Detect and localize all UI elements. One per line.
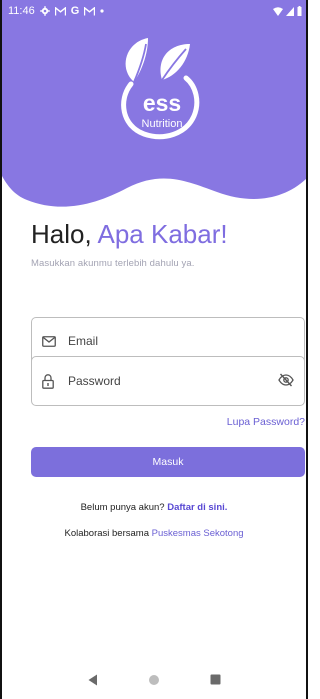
battery-icon — [297, 6, 302, 16]
login-subtitle: Masukkan akunmu terlebih dahulu ya. — [31, 258, 195, 269]
envelope-icon — [42, 333, 58, 349]
signup-prompt: Belum punya akun? Daftar di sini. — [2, 502, 306, 513]
collab-prefix: Kolaborasi bersama — [64, 528, 152, 539]
system-nav-bar — [2, 660, 306, 699]
home-icon[interactable] — [144, 670, 164, 690]
status-bar: 11:46 G — [2, 0, 306, 22]
greeting-accent: Apa Kabar! — [97, 219, 228, 249]
logo-text-main: ess — [143, 90, 181, 116]
greeting-prefix: Halo, — [31, 219, 98, 249]
password-placeholder: Password — [68, 374, 121, 388]
ess-nutrition-logo: ess Nutrition — [121, 38, 200, 140]
logo-text-sub: Nutrition — [142, 118, 183, 130]
wifi-icon — [273, 6, 283, 16]
password-field[interactable]: Password — [31, 356, 305, 406]
login-button[interactable]: Masuk — [31, 447, 305, 477]
lock-icon — [42, 373, 58, 389]
status-time: 11:46 — [8, 5, 35, 17]
signup-link[interactable]: Daftar di sini. — [167, 502, 227, 513]
recents-icon[interactable] — [205, 670, 225, 690]
google-icon: G — [70, 4, 80, 17]
collab-link[interactable]: Puskesmas Sekotong — [152, 528, 244, 539]
page-title: Halo, Apa Kabar! — [31, 219, 228, 250]
collaboration-text: Kolaborasi bersama Puskesmas Sekotong — [2, 528, 306, 539]
dot-icon — [100, 9, 104, 13]
eye-off-icon[interactable] — [278, 373, 294, 389]
gmail-icon — [84, 6, 96, 15]
gmail-icon — [54, 6, 66, 15]
cell-signal-icon — [286, 6, 294, 16]
forgot-password-link[interactable]: Lupa Password? — [227, 416, 305, 428]
login-screen: 11:46 G ess Nutrition Halo, Apa Kabar! M… — [0, 0, 308, 699]
settings-gear-icon — [39, 6, 50, 16]
back-icon[interactable] — [83, 670, 103, 690]
signup-prefix: Belum punya akun? — [80, 502, 168, 513]
email-placeholder: Email — [68, 334, 99, 348]
